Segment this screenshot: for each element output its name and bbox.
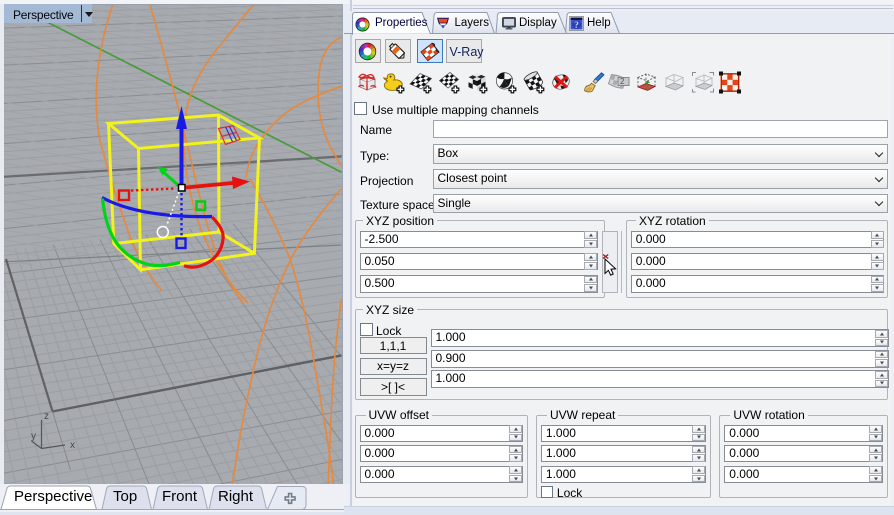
svg-text:y: y bbox=[31, 431, 36, 442]
svg-text:x: x bbox=[70, 440, 75, 451]
svg-text:z: z bbox=[44, 411, 49, 422]
svg-text:2: 2 bbox=[620, 77, 625, 86]
svg-text:?: ? bbox=[574, 21, 579, 31]
